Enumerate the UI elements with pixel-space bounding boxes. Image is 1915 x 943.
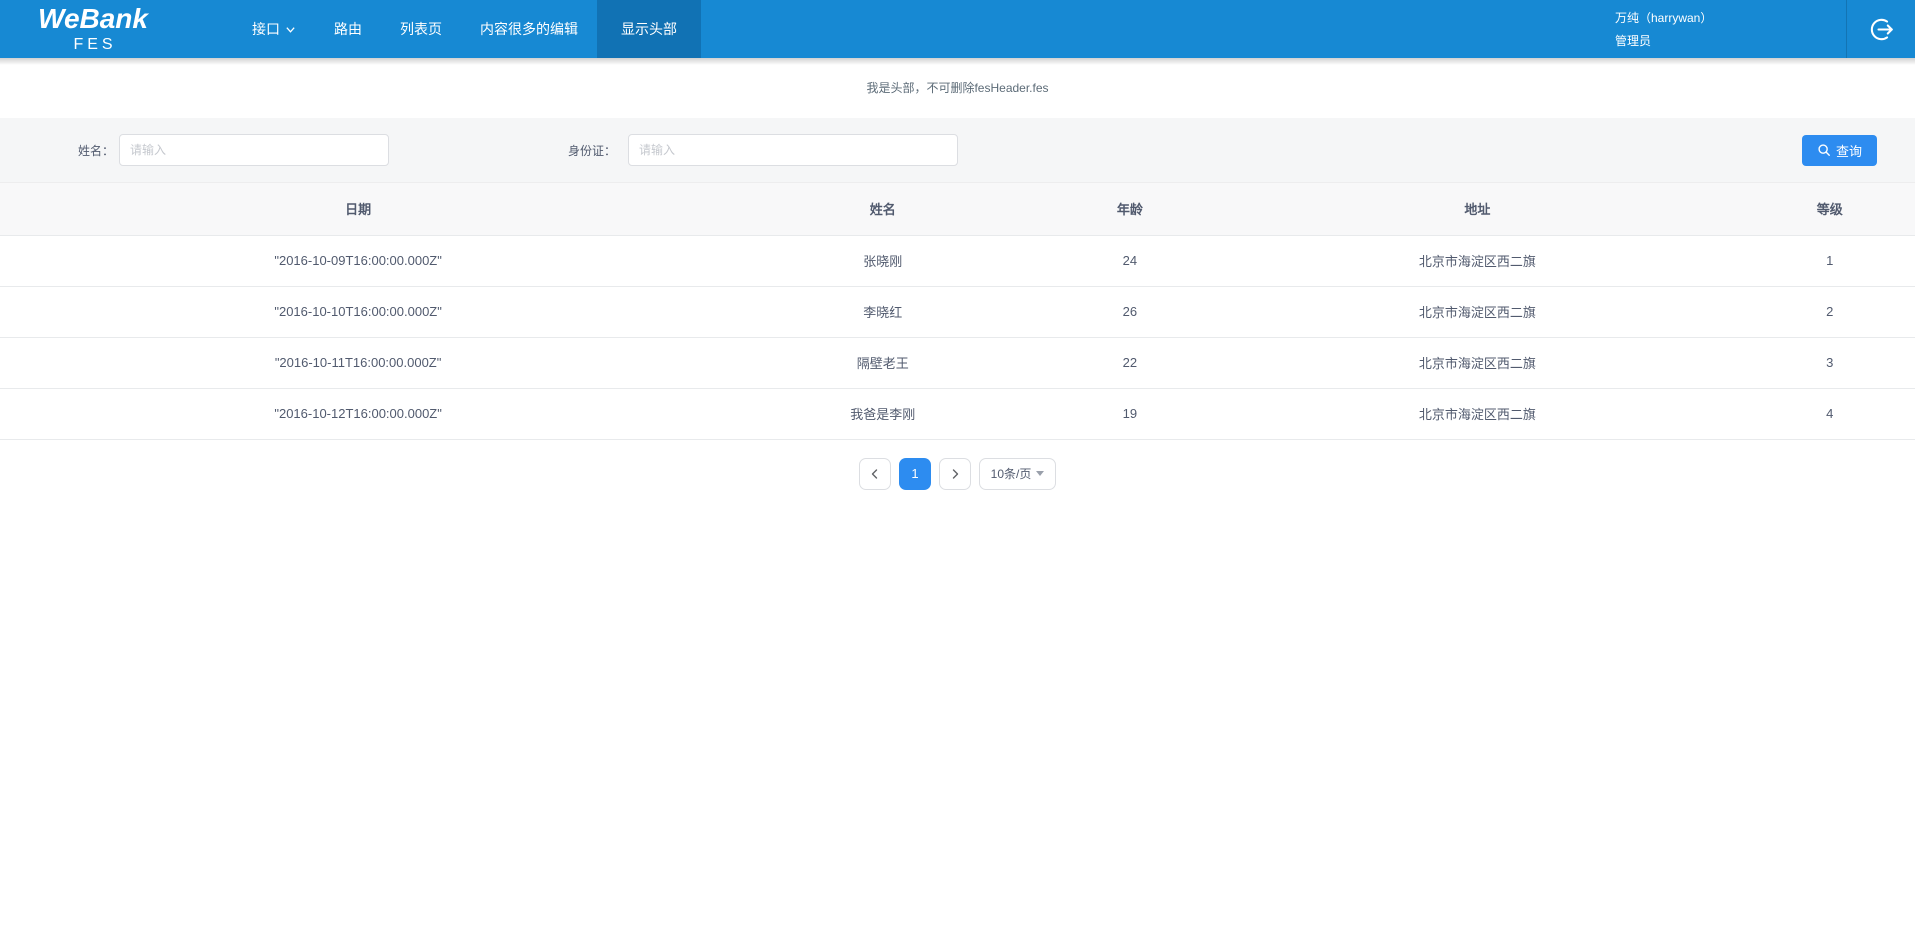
col-header-date: 日期: [0, 183, 716, 235]
cell-age: 19: [1049, 388, 1210, 439]
cell-age: 26: [1049, 286, 1210, 337]
nav-item-interface[interactable]: 接口: [233, 0, 315, 58]
cell-age: 24: [1049, 235, 1210, 286]
logout-icon: [1867, 15, 1896, 44]
nav-item-list-page[interactable]: 列表页: [381, 0, 461, 58]
col-header-level: 等级: [1745, 183, 1915, 235]
chevron-right-icon: [949, 468, 961, 480]
caret-down-icon: [1036, 471, 1044, 476]
nav-item-long-edit[interactable]: 内容很多的编辑: [461, 0, 597, 58]
pagination: 1 10条/页: [0, 458, 1915, 490]
user-role: 管理员: [1615, 30, 1712, 53]
nav-item-label: 内容很多的编辑: [480, 0, 578, 58]
cell-address: 北京市海淀区西二旗: [1210, 286, 1744, 337]
cell-address: 北京市海淀区西二旗: [1210, 235, 1744, 286]
cell-address: 北京市海淀区西二旗: [1210, 337, 1744, 388]
cell-name: 隔壁老王: [716, 337, 1049, 388]
nav-item-label: 显示头部: [621, 0, 677, 58]
app-header: WeBank FES 接口 路由 列表页 内容很多的编辑 显示头部 万纯（har…: [0, 0, 1915, 58]
cell-name: 李晓红: [716, 286, 1049, 337]
brand-name: WeBank: [33, 3, 153, 35]
query-button[interactable]: 查询: [1802, 135, 1877, 166]
id-label: 身份证：: [568, 142, 616, 159]
cell-date: "2016-10-11T16:00:00.000Z": [0, 337, 716, 388]
table-row: "2016-10-11T16:00:00.000Z" 隔壁老王 22 北京市海淀…: [0, 337, 1915, 388]
cell-level: 1: [1745, 235, 1915, 286]
cell-level: 2: [1745, 286, 1915, 337]
cell-name: 我爸是李刚: [716, 388, 1049, 439]
cell-date: "2016-10-12T16:00:00.000Z": [0, 388, 716, 439]
filter-bar: 姓名： 身份证： 查询: [0, 118, 1915, 183]
data-table: 日期 姓名 年龄 地址 等级 "2016-10-09T16:00:00.000Z…: [0, 183, 1915, 440]
cell-date: "2016-10-10T16:00:00.000Z": [0, 286, 716, 337]
nav-item-label: 列表页: [400, 0, 442, 58]
brand-subtitle: FES: [37, 35, 153, 55]
chevron-down-icon: [285, 24, 296, 35]
nav-item-show-header[interactable]: 显示头部: [597, 0, 701, 58]
header-divider: [1846, 0, 1847, 58]
table-body: "2016-10-09T16:00:00.000Z" 张晓刚 24 北京市海淀区…: [0, 235, 1915, 439]
page-header-banner: 我是头部，不可删除fesHeader.fes: [0, 58, 1915, 118]
cell-address: 北京市海淀区西二旗: [1210, 388, 1744, 439]
main-nav: 接口 路由 列表页 内容很多的编辑 显示头部: [233, 0, 701, 58]
table-row: "2016-10-12T16:00:00.000Z" 我爸是李刚 19 北京市海…: [0, 388, 1915, 439]
table-row: "2016-10-10T16:00:00.000Z" 李晓红 26 北京市海淀区…: [0, 286, 1915, 337]
table-header-row: 日期 姓名 年龄 地址 等级: [0, 183, 1915, 235]
col-header-age: 年龄: [1049, 183, 1210, 235]
query-button-label: 查询: [1836, 141, 1862, 160]
brand-logo[interactable]: WeBank FES: [33, 3, 153, 55]
name-input[interactable]: [119, 134, 389, 166]
col-header-address: 地址: [1210, 183, 1744, 235]
page-size-value: 10条/页: [991, 465, 1032, 482]
nav-item-router[interactable]: 路由: [315, 0, 381, 58]
table-header: 日期 姓名 年龄 地址 等级: [0, 183, 1915, 235]
user-info[interactable]: 万纯（harrywan） 管理员: [1615, 7, 1712, 53]
page-size-select[interactable]: 10条/页: [979, 458, 1056, 490]
chevron-left-icon: [869, 468, 881, 480]
table-row: "2016-10-09T16:00:00.000Z" 张晓刚 24 北京市海淀区…: [0, 235, 1915, 286]
next-page-button[interactable]: [939, 458, 971, 490]
banner-text: 我是头部，不可删除fesHeader.fes: [866, 81, 1048, 95]
id-input[interactable]: [628, 134, 958, 166]
user-name: 万纯（harrywan）: [1615, 7, 1712, 30]
cell-age: 22: [1049, 337, 1210, 388]
page-number-active[interactable]: 1: [899, 458, 931, 490]
col-header-name: 姓名: [716, 183, 1049, 235]
name-label: 姓名：: [78, 142, 114, 159]
nav-item-label: 接口: [252, 0, 280, 58]
cell-name: 张晓刚: [716, 235, 1049, 286]
cell-date: "2016-10-09T16:00:00.000Z": [0, 235, 716, 286]
prev-page-button[interactable]: [859, 458, 891, 490]
nav-item-label: 路由: [334, 0, 362, 58]
logout-button[interactable]: [1867, 15, 1896, 44]
cell-level: 3: [1745, 337, 1915, 388]
cell-level: 4: [1745, 388, 1915, 439]
search-icon: [1817, 143, 1831, 157]
